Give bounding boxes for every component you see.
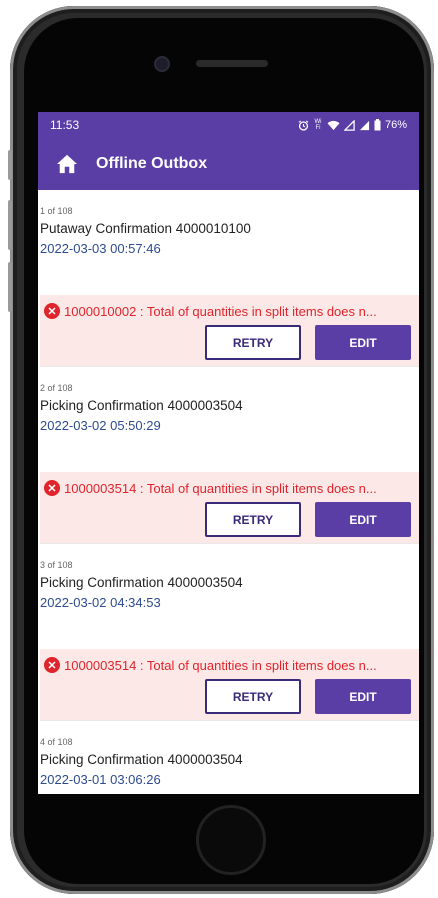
error-icon: ✕ xyxy=(44,657,60,673)
item-date: 2022-03-02 04:34:53 xyxy=(40,595,161,610)
alarm-icon xyxy=(298,119,309,131)
item-summary: 1 of 108 Putaway Confirmation 4000010100… xyxy=(40,190,419,295)
error-text: 1000003514 : Total of quantities in spli… xyxy=(64,657,377,673)
item-title: Picking Confirmation 4000003504 xyxy=(40,752,243,767)
front-camera xyxy=(156,58,168,70)
item-summary: 2 of 108 Picking Confirmation 4000003504… xyxy=(40,367,419,472)
retry-button[interactable]: RETRY xyxy=(205,679,301,714)
volume-down-button xyxy=(8,262,12,312)
item-counter: 2 of 108 xyxy=(40,383,73,393)
page-title: Offline Outbox xyxy=(96,155,208,172)
signal-icon xyxy=(359,120,370,130)
home-icon[interactable] xyxy=(38,154,96,174)
list-item[interactable]: 2 of 108 Picking Confirmation 4000003504… xyxy=(38,367,419,544)
item-date: 2022-03-01 03:06:26 xyxy=(40,772,161,787)
edit-button[interactable]: EDIT xyxy=(315,502,411,537)
list-item[interactable]: 4 of 108 Picking Confirmation 4000003504… xyxy=(38,721,419,794)
item-title: Picking Confirmation 4000003504 xyxy=(40,575,243,590)
retry-button[interactable]: RETRY xyxy=(205,325,301,360)
retry-button[interactable]: RETRY xyxy=(205,502,301,537)
error-block: ✕ 1000003514 : Total of quantities in sp… xyxy=(40,472,419,544)
signal-icon xyxy=(343,119,355,131)
error-block: ✕ 1000003514 : Total of quantities in sp… xyxy=(40,649,419,721)
vowifi-icon: Wi Fi xyxy=(314,119,322,131)
mute-switch xyxy=(8,150,12,180)
status-time: 11:53 xyxy=(50,118,80,132)
status-bar: 11:53 Wi Fi 76% xyxy=(38,112,419,138)
volume-up-button xyxy=(8,200,12,250)
error-message: ✕ 1000003514 : Total of quantities in sp… xyxy=(40,480,419,496)
item-actions: RETRY EDIT xyxy=(40,325,419,360)
error-message: ✕ 1000010002 : Total of quantities in sp… xyxy=(40,303,419,319)
error-text: 1000010002 : Total of quantities in spli… xyxy=(64,303,377,319)
item-counter: 1 of 108 xyxy=(40,206,73,216)
error-message: ✕ 1000003514 : Total of quantities in sp… xyxy=(40,657,419,673)
item-summary: 4 of 108 Picking Confirmation 4000003504… xyxy=(40,721,419,794)
item-title: Picking Confirmation 4000003504 xyxy=(40,398,243,413)
battery-icon xyxy=(374,119,381,131)
error-icon: ✕ xyxy=(44,303,60,319)
item-counter: 4 of 108 xyxy=(40,737,73,747)
battery-percent: 76% xyxy=(384,119,407,131)
earpiece-speaker xyxy=(196,60,268,67)
item-actions: RETRY EDIT xyxy=(40,679,419,714)
error-block: ✕ 1000010002 : Total of quantities in sp… xyxy=(40,295,419,367)
item-date: 2022-03-02 05:50:29 xyxy=(40,418,161,433)
app-bar: Offline Outbox xyxy=(38,138,419,190)
list-item[interactable]: 1 of 108 Putaway Confirmation 4000010100… xyxy=(38,190,419,367)
status-icons: Wi Fi 76% xyxy=(298,119,407,131)
item-summary: 3 of 108 Picking Confirmation 4000003504… xyxy=(40,544,419,649)
edit-button[interactable]: EDIT xyxy=(315,679,411,714)
app-screen: 11:53 Wi Fi 76% Offline Outbox 1 of 108 … xyxy=(38,112,419,794)
edit-button[interactable]: EDIT xyxy=(315,325,411,360)
error-text: 1000003514 : Total of quantities in spli… xyxy=(64,480,377,496)
outbox-list: 1 of 108 Putaway Confirmation 4000010100… xyxy=(38,190,419,794)
item-counter: 3 of 108 xyxy=(40,560,73,570)
error-icon: ✕ xyxy=(44,480,60,496)
item-title: Putaway Confirmation 4000010100 xyxy=(40,221,251,236)
wifi-icon xyxy=(327,120,340,130)
item-actions: RETRY EDIT xyxy=(40,502,419,537)
home-button[interactable] xyxy=(196,805,266,875)
item-date: 2022-03-03 00:57:46 xyxy=(40,241,161,256)
list-item[interactable]: 3 of 108 Picking Confirmation 4000003504… xyxy=(38,544,419,721)
